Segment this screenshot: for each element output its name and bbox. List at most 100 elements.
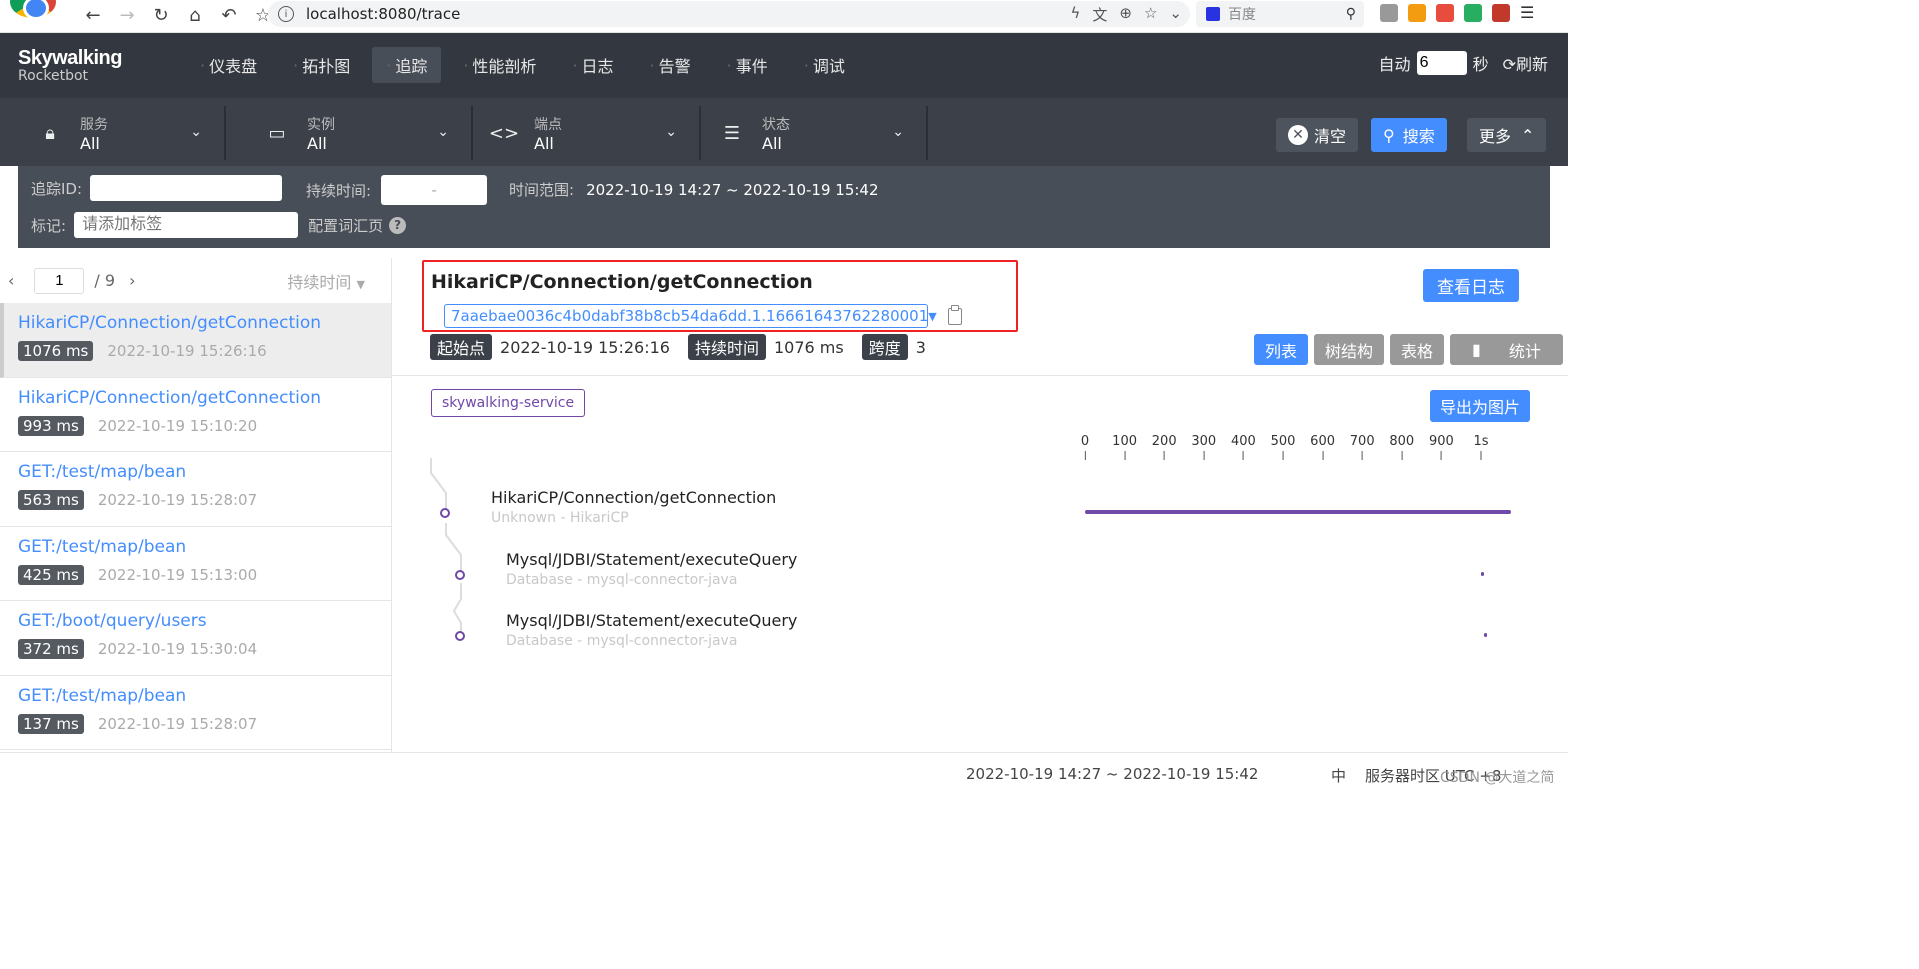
- auto-interval-input[interactable]: [1416, 51, 1467, 75]
- chrome-logo-icon: [10, 0, 56, 20]
- brand-logo: Skywalking Rocketbot: [18, 47, 122, 84]
- sort-select[interactable]: 持续时间 ▼: [287, 269, 365, 293]
- star-icon[interactable]: ☆: [1144, 4, 1157, 25]
- baidu-icon: [1206, 7, 1220, 21]
- prev-page-icon[interactable]: ‹: [8, 271, 14, 290]
- extension-icon[interactable]: [1436, 4, 1454, 22]
- page-input[interactable]: [34, 267, 85, 294]
- clipboard-icon[interactable]: [948, 305, 962, 325]
- view-tree-button[interactable]: 树结构: [1314, 334, 1385, 365]
- trace-detail: HikariCP/Connection/getConnection 7aaeba…: [392, 258, 1568, 752]
- nav-item-event[interactable]: 事件: [713, 47, 782, 83]
- list-item[interactable]: HikariCP/Connection/getConnection 1076 m…: [0, 303, 391, 378]
- more-button[interactable]: 更多 ⌃: [1467, 118, 1547, 152]
- watermark: CSDN @大道之简: [1440, 770, 1555, 786]
- list-item-title: GET:/test/map/bean: [18, 462, 187, 482]
- search-button[interactable]: ⚲ 搜索: [1371, 118, 1447, 152]
- list-item-title: GET:/test/map/bean: [18, 685, 187, 706]
- nav-item-profile[interactable]: 性能剖析: [449, 47, 550, 83]
- chevron-down-icon[interactable]: ⌄: [1169, 4, 1182, 25]
- nav-item-dashboard[interactable]: 仪表盘: [186, 47, 271, 83]
- axis-tick: 700: [1350, 434, 1375, 460]
- trace-id-input[interactable]: [90, 175, 283, 201]
- axis-tick: 200: [1152, 434, 1177, 460]
- export-image-button[interactable]: 导出为图片: [1430, 390, 1530, 422]
- duration-value: 1076 ms: [773, 337, 844, 357]
- trace-id-select[interactable]: 7aaebae0036c4b0dabf38b8cb54da6dd.1.16661…: [444, 304, 937, 328]
- instance-select[interactable]: ▭ 实例 All ⌄: [247, 106, 473, 160]
- reload-icon[interactable]: ↻: [148, 4, 174, 26]
- axis-tick: 1s: [1473, 434, 1489, 460]
- list-item[interactable]: GET:/boot/query/users 372 ms 2022-10-19 1…: [0, 601, 391, 676]
- list-item[interactable]: GET:/test/map/bean 563 ms 2022-10-19 15:2…: [0, 452, 391, 527]
- browser-toolbar: ← → ↻ ⌂ ↶ ☆ i localhost:8080/trace ϟ 文 ⊕…: [0, 0, 1568, 33]
- browser-search-box[interactable]: 百度 ⚲: [1196, 1, 1364, 27]
- nav-item-log[interactable]: 日志: [558, 47, 627, 83]
- pdf-icon[interactable]: [1492, 4, 1510, 22]
- address-bar[interactable]: i localhost:8080/trace ϟ 文 ⊕ ☆ ⌄: [268, 1, 1190, 27]
- view-switch: 列表 树结构 表格 ▮ 统计: [1254, 334, 1563, 365]
- zoom-icon[interactable]: ⊕: [1119, 4, 1132, 25]
- view-log-button[interactable]: 查看日志: [1423, 269, 1519, 302]
- extension-icon[interactable]: [1464, 4, 1482, 22]
- span-row[interactable]: HikariCP/Connection/getConnection Unknown…: [491, 488, 776, 526]
- view-list-button[interactable]: 列表: [1254, 334, 1309, 365]
- span-row[interactable]: Mysql/JDBI/Statement/executeQuery Databas…: [506, 550, 797, 588]
- tags-label: 标记:: [31, 216, 67, 235]
- nav-item-debug[interactable]: 调试: [790, 47, 859, 83]
- nav-item-topology[interactable]: 拓扑图: [279, 47, 364, 83]
- list-item-time: 2022-10-19 15:28:07: [97, 491, 258, 509]
- axis-tick: 500: [1271, 434, 1295, 460]
- clear-button[interactable]: ✕ 清空: [1276, 118, 1359, 152]
- refresh-icon: ⟳: [1502, 55, 1516, 74]
- search-label: 搜索: [1402, 127, 1435, 146]
- nav-item-alarm[interactable]: 告警: [636, 47, 705, 83]
- service-tag[interactable]: skywalking-service: [431, 389, 586, 417]
- refresh-label: 刷新: [1515, 55, 1548, 74]
- menu-icon[interactable]: ☰: [1520, 4, 1538, 22]
- refresh-button[interactable]: ⟳刷新: [1503, 51, 1548, 75]
- lightning-icon[interactable]: ϟ: [1070, 4, 1080, 25]
- span-node-icon: [455, 570, 465, 580]
- list-item-time: 2022-10-19 15:30:04: [97, 640, 258, 658]
- extension-icon[interactable]: [1380, 4, 1398, 22]
- list-item-time: 2022-10-19 15:13:00: [97, 565, 258, 584]
- duration-range-input[interactable]: -: [381, 175, 488, 205]
- time-range-value[interactable]: 2022-10-19 14:27 ~ 2022-10-19 15:42: [586, 181, 878, 199]
- axis-tick: 300: [1191, 434, 1216, 460]
- axis-tick: 100: [1112, 434, 1137, 460]
- tags-input[interactable]: [74, 212, 299, 238]
- footer-range[interactable]: 2022-10-19 14:27 ~ 2022-10-19 15:42: [966, 765, 1258, 783]
- config-label[interactable]: 配置词汇页: [308, 215, 383, 236]
- time-range-label: 时间范围:: [509, 181, 575, 199]
- share-icon[interactable]: [1408, 4, 1426, 22]
- forward-icon[interactable]: →: [114, 4, 140, 26]
- span-row[interactable]: Mysql/JDBI/Statement/executeQuery Databas…: [506, 611, 797, 649]
- view-stats-button[interactable]: ▮ 统计: [1450, 334, 1563, 365]
- duration-separator: -: [431, 181, 437, 199]
- service-select[interactable]: 🔒︎ 服务 All ⌄: [0, 106, 226, 160]
- list-item[interactable]: GET:/test/map/bean 137 ms 2022-10-19 15:2…: [0, 676, 391, 750]
- endpoint-select[interactable]: <> 端点 All ⌄: [474, 106, 701, 160]
- next-page-icon[interactable]: ›: [129, 271, 135, 290]
- top-navigation: Skywalking Rocketbot 仪表盘 拓扑图 追踪 性能剖析 日志 …: [0, 33, 1568, 98]
- home-icon[interactable]: ⌂: [182, 4, 208, 26]
- duration-badge: 425 ms: [18, 564, 84, 585]
- list-item[interactable]: HikariCP/Connection/getConnection 993 ms…: [0, 378, 391, 452]
- back-icon[interactable]: ←: [80, 4, 106, 26]
- trace-id-value: 7aaebae0036c4b0dabf38b8cb54da6dd.1.16661…: [451, 307, 929, 325]
- status-select[interactable]: ☰ 状态 All ⌄: [702, 106, 928, 160]
- caret-down-icon: ▼: [928, 309, 937, 323]
- axis-tick: 400: [1231, 434, 1256, 460]
- search-icon[interactable]: ⚲: [1346, 6, 1356, 22]
- language-switch[interactable]: 中: [1331, 765, 1346, 786]
- help-icon[interactable]: ?: [389, 216, 407, 234]
- span-node-icon: [455, 631, 465, 641]
- translate-icon[interactable]: 文: [1092, 4, 1107, 25]
- view-table-button[interactable]: 表格: [1390, 334, 1445, 365]
- list-item[interactable]: GET:/test/map/bean 425 ms 2022-10-19 15:1…: [0, 527, 391, 601]
- browser-search-placeholder: 百度: [1228, 7, 1256, 23]
- undo-icon[interactable]: ↶: [216, 4, 242, 26]
- instance-value: All: [307, 133, 327, 153]
- nav-item-trace[interactable]: 追踪: [372, 47, 442, 83]
